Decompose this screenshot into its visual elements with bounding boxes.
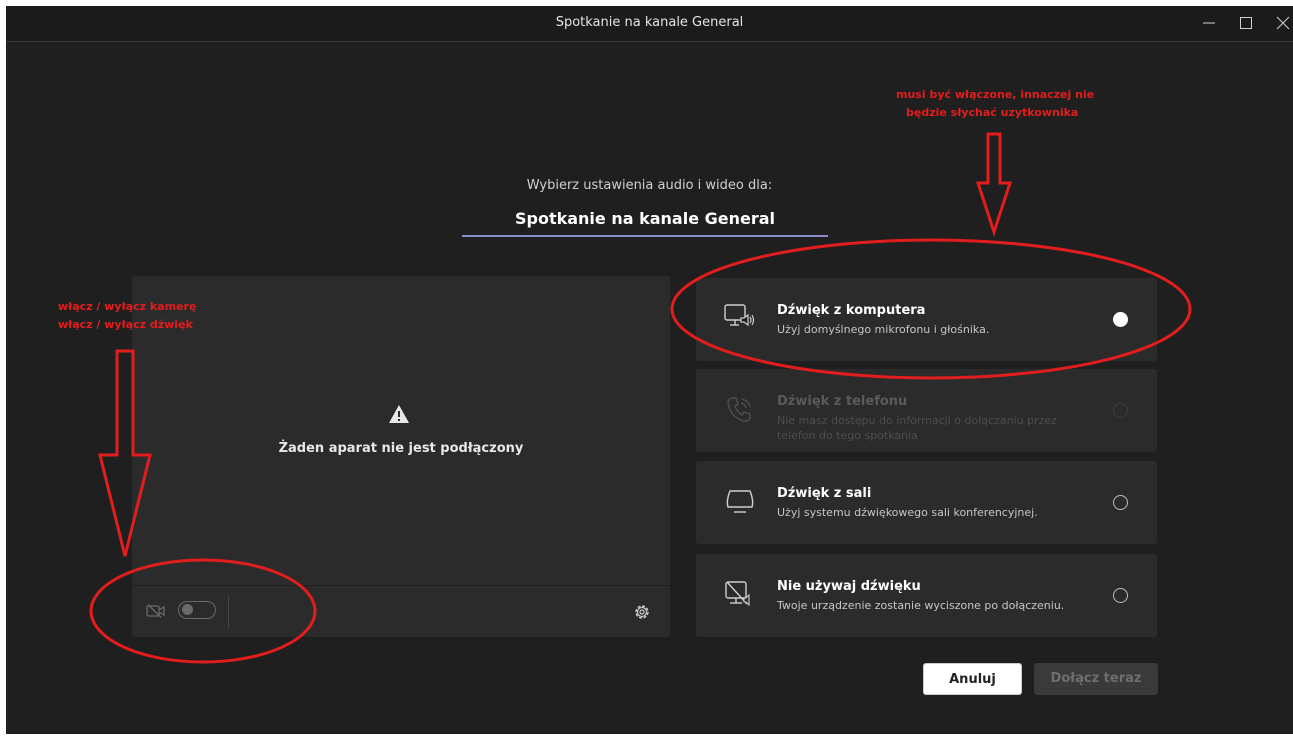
join-meeting-window: Spotkanie na kanale General Wybierz usta…: [6, 6, 1293, 734]
video-preview: Żaden aparat nie jest podłączony: [132, 276, 670, 585]
settings-prompt: Wybierz ustawienia audio i wideo dla:: [526, 178, 773, 193]
option-description: Twoje urządzenie zostanie wyciszone po d…: [777, 599, 1065, 612]
option-description: Nie masz dostępu do informacji o dołącza…: [777, 414, 1057, 442]
close-icon[interactable]: [1269, 9, 1293, 37]
computer-audio-icon: [724, 304, 755, 327]
preview-toolbar: [132, 585, 670, 638]
radio-selected[interactable]: [1113, 312, 1128, 327]
option-description: Użyj systemu dźwiękowego sali konferency…: [777, 506, 1038, 519]
video-preview-panel: Żaden aparat nie jest podłączony: [132, 276, 670, 637]
toggle-knob: [182, 604, 193, 615]
title-underline: [462, 235, 828, 237]
phone-icon: [727, 397, 751, 422]
option-title: Nie używaj dźwięku: [777, 579, 921, 594]
annotation-text-right-2: będzie słychać uzytkownika: [906, 106, 1079, 119]
audio-option-computer[interactable]: Dźwięk z komputera Użyj domyślnego mikro…: [696, 278, 1157, 361]
no-audio-icon: [725, 581, 750, 607]
audio-option-phone: Dźwięk z telefonu Nie masz dostępu do in…: [696, 369, 1157, 452]
camera-toggle[interactable]: [178, 601, 216, 619]
radio-unselected[interactable]: [1113, 495, 1128, 510]
maximize-icon[interactable]: [1232, 9, 1262, 37]
annotation-text-left-2: włącz / wyłącz dźwięk: [58, 318, 193, 331]
toolbar-divider: [228, 596, 229, 628]
title-bar: Spotkanie na kanale General: [6, 6, 1293, 42]
annotation-text-left-1: włącz / wyłącz kamerę: [58, 300, 197, 313]
warning-icon: [389, 405, 409, 423]
option-title: Dźwięk z komputera: [777, 303, 926, 318]
audio-option-room[interactable]: Dźwięk z sali Użyj systemu dźwiękowego s…: [696, 461, 1157, 544]
radio-unselected: [1113, 403, 1128, 418]
room-audio-icon: [726, 490, 754, 513]
join-now-button[interactable]: Dołącz teraz: [1034, 663, 1158, 695]
window-title: Spotkanie na kanale General: [555, 15, 744, 30]
camera-off-icon[interactable]: [146, 604, 166, 618]
audio-option-none[interactable]: Nie używaj dźwięku Twoje urządzenie zost…: [696, 554, 1157, 637]
option-title: Dźwięk z telefonu: [777, 394, 908, 409]
minimize-icon[interactable]: [1195, 9, 1225, 37]
cancel-button[interactable]: Anuluj: [923, 663, 1022, 695]
option-description: Użyj domyślnego mikrofonu i głośnika.: [777, 323, 990, 336]
option-title: Dźwięk z sali: [777, 486, 872, 501]
meeting-title: Spotkanie na kanale General: [514, 209, 776, 228]
radio-unselected[interactable]: [1113, 588, 1128, 603]
annotation-text-right-1: musi być włączone, innaczej nie: [896, 88, 1095, 101]
no-camera-message: Żaden aparat nie jest podłączony: [278, 441, 524, 456]
device-settings-gear-icon[interactable]: [632, 602, 652, 622]
